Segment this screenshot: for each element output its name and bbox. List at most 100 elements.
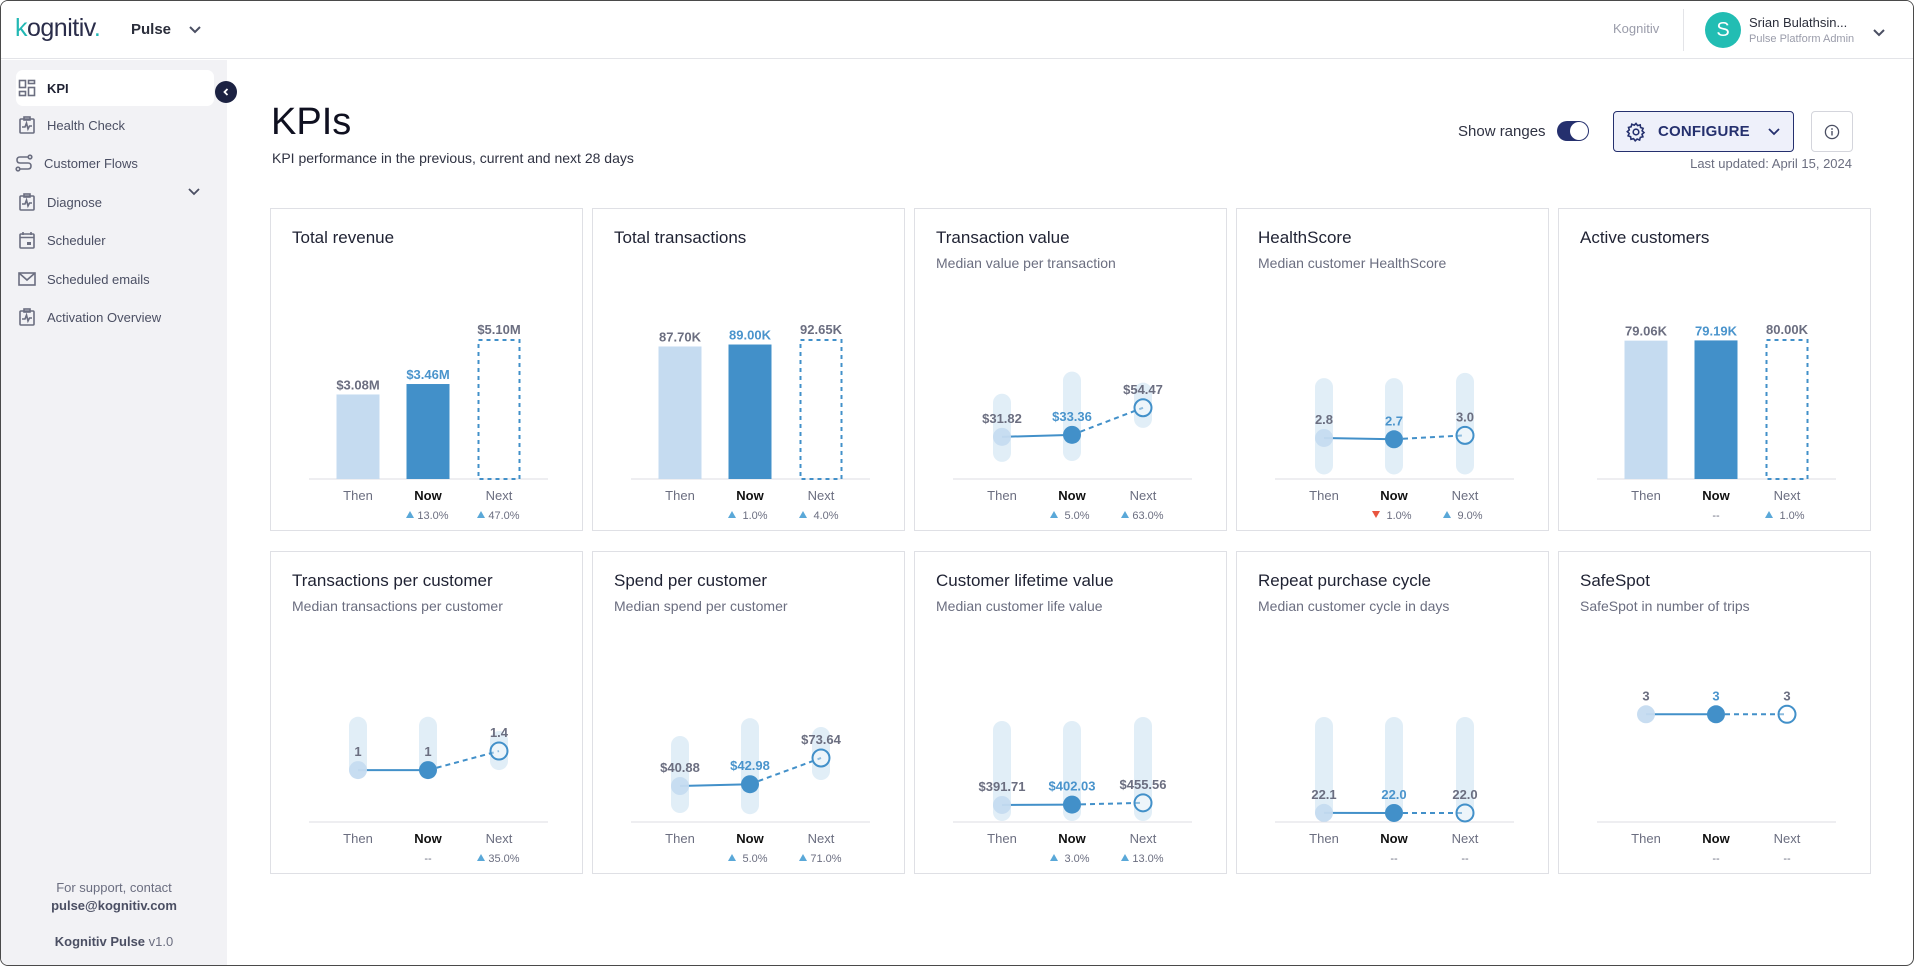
bar-then (336, 394, 380, 479)
kpi-chart: $40.88 $42.98 $73.64 Then Now 5.0% Next 71.0% (631, 718, 870, 865)
last-updated: Last updated: April 15, 2024 (1690, 156, 1852, 171)
arrow-up-icon (477, 511, 485, 518)
bar-now (1694, 340, 1738, 479)
show-ranges-toggle[interactable] (1557, 121, 1589, 141)
arrow-up-icon (1121, 511, 1129, 518)
category-label: Now (1058, 488, 1086, 503)
category-label: Now (1058, 831, 1086, 846)
category-label: Then (987, 831, 1017, 846)
clipboard-pulse-icon (18, 308, 36, 326)
point-next (1133, 398, 1153, 418)
point-now (1707, 705, 1725, 724)
kpi-card-active-customers[interactable]: Active customers 79.06K 79.19K 80.00K Then No… (1558, 208, 1871, 531)
data-label: 80.00K (1766, 322, 1809, 337)
kpi-chart: $391.71 $402.03 $455.56 Then Now 3.0% Next 13.0… (953, 717, 1192, 865)
kpi-card-transactions-per-customer[interactable]: Transactions per customer Median transact… (270, 551, 583, 874)
trend-line (1001, 433, 1073, 438)
logo-k: k (15, 14, 28, 42)
data-label: 1.4 (490, 725, 509, 740)
kpi-card-transaction-value[interactable]: Transaction value Median value per transa… (914, 208, 1227, 531)
data-label: 3 (1642, 688, 1649, 703)
clipboard-pulse-icon (18, 193, 36, 211)
user-name[interactable]: Srian Bulathsin... (1749, 15, 1847, 30)
configure-label: CONFIGURE (1658, 123, 1750, 140)
sidebar-item-activation-overview[interactable]: Activation Overview (16, 299, 214, 335)
point-now (741, 775, 759, 794)
point-next (1777, 704, 1797, 724)
kpi-card-customer-lifetime-value[interactable]: Customer lifetime value Median customer l… (914, 551, 1227, 874)
data-label: 2.8 (1315, 412, 1333, 427)
category-label: Now (736, 831, 764, 846)
sidebar-item-label: Scheduler (47, 232, 106, 248)
arrow-up-icon (728, 854, 736, 861)
avatar[interactable]: S (1705, 12, 1741, 48)
sidebar-item-label: Scheduled emails (47, 271, 150, 287)
arrow-up-icon (1050, 511, 1058, 518)
kpi-card-safespot[interactable]: SafeSpot SafeSpot in number of trips 3 3 3 Th… (1558, 551, 1871, 874)
info-icon (1824, 124, 1840, 139)
configure-button[interactable]: CONFIGURE (1613, 111, 1794, 152)
chevron-down-icon[interactable] (187, 23, 203, 37)
change-label: 9.0% (1457, 510, 1482, 522)
category-label: Next (1452, 831, 1479, 846)
kpi-chart: 1 1 1.4 Then Now -- Next 35.0% (309, 716, 548, 865)
trend-line (1323, 436, 1395, 441)
kpi-card-repeat-purchase-cycle[interactable]: Repeat purchase cycle Median customer cyc… (1236, 551, 1549, 874)
point-then (1637, 705, 1655, 724)
product-switcher-label[interactable]: Pulse (131, 21, 171, 38)
data-label: $31.82 (982, 411, 1022, 426)
change-label: 3.0% (1064, 853, 1089, 865)
kpi-chart: 22.1 22.0 22.0 Then Now -- Next -- (1275, 717, 1514, 865)
kpi-card-healthscore[interactable]: HealthScore Median customer HealthScore 2.… (1236, 208, 1549, 531)
user-role: Pulse Platform Admin (1749, 33, 1855, 45)
kpi-card-total-transactions[interactable]: Total transactions 87.70K 89.00K 92.65K Then… (592, 208, 905, 531)
toggle-knob (1570, 122, 1588, 140)
point-next (489, 741, 509, 761)
bar-forecast (1765, 339, 1809, 480)
data-label: $5.10M (477, 322, 520, 337)
data-label: $455.56 (1120, 777, 1167, 792)
header-divider (1683, 9, 1684, 51)
show-ranges-label: Show ranges (1458, 123, 1546, 140)
sidebar-item-diagnose[interactable]: Diagnose (16, 184, 214, 220)
org-link[interactable]: Kognitiv (1613, 21, 1659, 36)
category-label: Then (343, 831, 373, 846)
point-now (419, 761, 437, 780)
data-label: $42.98 (730, 758, 770, 773)
bar-forecast (799, 339, 843, 480)
category-label: Then (1309, 488, 1339, 503)
change-label: -- (1461, 853, 1469, 865)
category-label: Now (1702, 831, 1730, 846)
change-label: -- (1390, 853, 1398, 865)
arrow-up-icon (1443, 511, 1451, 518)
point-then (993, 427, 1011, 446)
info-button[interactable] (1811, 111, 1853, 152)
dashboard-icon (18, 79, 36, 97)
change-label: 13.0% (417, 510, 448, 522)
change-label: 13.0% (1132, 853, 1163, 865)
kognitiv-logo[interactable]: kognitiv. (15, 14, 101, 43)
kpi-chart: $3.08M $3.46M $5.10M Then Now 13.0% Next 47.0% (309, 322, 548, 522)
chevron-down-icon[interactable] (1871, 27, 1887, 39)
arrow-up-icon (799, 511, 807, 518)
arrow-up-icon (477, 854, 485, 861)
sidebar-item-label: KPI (47, 80, 69, 96)
sidebar-item-kpi[interactable]: KPI (16, 70, 214, 106)
support-email-link[interactable]: pulse@kognitiv.com (1, 898, 227, 913)
sidebar-item-customer-flows[interactable]: Customer Flows (13, 145, 211, 181)
collapse-sidebar-button[interactable] (215, 81, 237, 103)
category-label: Next (808, 831, 835, 846)
bar-then (1624, 340, 1668, 479)
change-label: 47.0% (488, 510, 519, 522)
kpi-card-total-revenue[interactable]: Total revenue $3.08M $3.46M $5.10M Then Now 13… (270, 208, 583, 531)
category-label: Next (486, 488, 513, 503)
sidebar-item-scheduled-emails[interactable]: Scheduled emails (16, 261, 214, 297)
data-label: $33.36 (1052, 409, 1092, 424)
kpi-card-spend-per-customer[interactable]: Spend per customer Median spend per custo… (592, 551, 905, 874)
category-label: Next (808, 488, 835, 503)
change-label: 1.0% (1779, 510, 1804, 522)
sidebar-item-health-check[interactable]: Health Check (16, 107, 214, 143)
arrow-up-icon (1765, 511, 1773, 518)
point-now (1385, 430, 1403, 449)
sidebar-item-scheduler[interactable]: Scheduler (16, 222, 214, 258)
